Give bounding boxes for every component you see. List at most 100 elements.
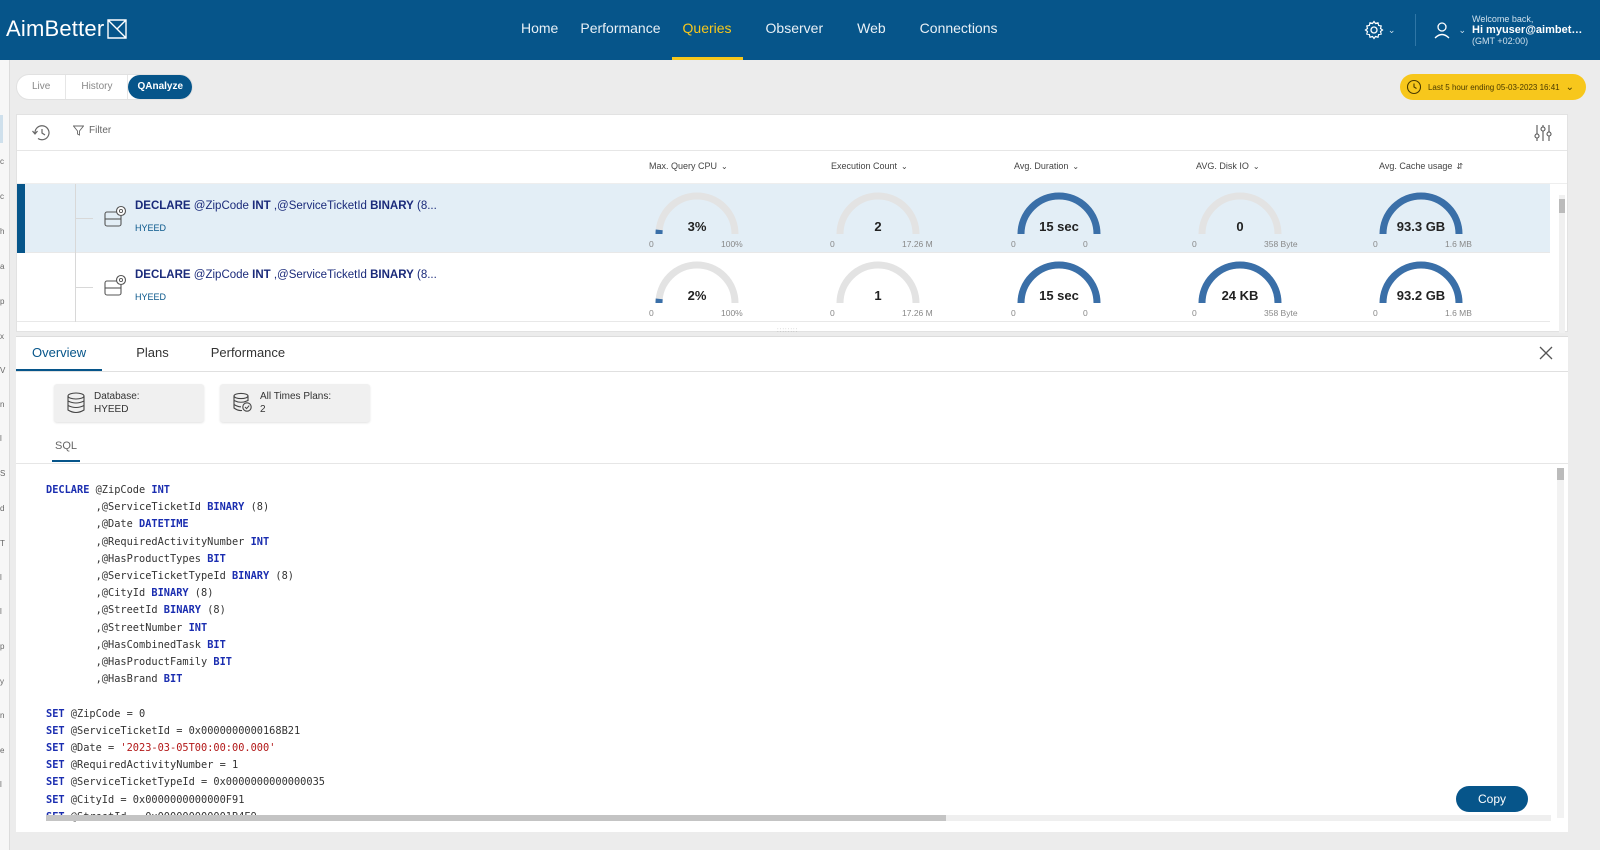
query-database: HYEED [135,223,167,233]
query-toolbar: Filter [17,115,1567,151]
gauge-max: 358 Byte [1264,239,1298,249]
query-variable: ,@ServiceTicketId [270,200,371,212]
column-header-avg-cache-usage[interactable]: Avg. Cache usage ⇵ [1379,161,1463,171]
app-logo[interactable]: AimBetter [6,16,128,42]
sql-line: ,@StreetNumber INT [46,620,325,637]
sql-text: ,@Date [46,518,139,531]
tab-overview[interactable]: Overview [16,337,103,371]
query-text[interactable]: DECLARE @ZipCode INT ,@ServiceTicketId B… [135,269,437,281]
tab-live[interactable]: Live [17,75,67,99]
tab-history[interactable]: History [66,75,129,99]
disk-io-gauge: 0 0 358 Byte [1190,188,1298,250]
database-card: Database: HYEED [54,384,204,422]
plans-card-text: All Times Plans: 2 [260,390,331,416]
query-rest: (8... [413,269,437,281]
sql-keyword: BINARY [163,604,201,617]
sidebar-letter[interactable]: S [0,469,5,478]
tab-plans[interactable]: Plans [120,337,185,371]
query-database: HYEED [135,292,167,302]
scrollbar-thumb[interactable] [1557,468,1564,480]
sidebar-letter[interactable]: p [0,642,4,651]
column-header-label: Max. Query CPU [649,161,718,171]
sidebar-letter[interactable]: c [0,157,4,166]
cache-usage-gauge: 93.3 GB 0 1.6 MB [1371,188,1472,250]
tab-performance[interactable]: Performance [195,337,301,371]
sidebar-letter[interactable]: l [0,573,2,582]
nav-queries[interactable]: Queries [671,0,743,60]
user-menu[interactable]: ⌄ Welcome back, Hi myuser@aimbetter.... … [1416,14,1600,47]
column-header-label: AVG. Disk IO [1196,161,1249,171]
sql-line: ,@HasProductFamily BIT [46,654,325,671]
filter-button[interactable]: Filter [73,125,111,136]
database-card-text: Database: HYEED [94,390,140,416]
chevron-down-icon: ⌄ [1252,161,1260,171]
sql-horizontal-scrollbar[interactable] [46,815,1551,821]
sidebar-letter[interactable]: n [0,711,4,720]
gauge-max: 1.6 MB [1445,239,1472,249]
scrollbar-thumb[interactable] [1559,199,1565,213]
gauge-value: 93.2 GB [1396,288,1446,303]
gauge-max: 358 Byte [1264,308,1298,318]
card-value: HYEED [94,404,129,415]
sidebar-letter[interactable]: n [0,400,4,409]
sql-keyword: BINARY [231,570,270,583]
gauge-min: 0 [649,308,654,318]
sidebar-letter[interactable]: V [0,366,5,375]
column-header-avg-duration[interactable]: Avg. Duration ⌄ [1014,161,1079,171]
sql-code[interactable]: DECLARE @ZipCode INT ,@ServiceTicketId B… [46,482,325,825]
sql-line: ,@StreetId BINARY (8) [46,602,325,619]
query-keyword: INT [252,269,271,281]
nav-home[interactable]: Home [510,0,569,60]
sql-keyword: SET [46,793,65,806]
execution-count-gauge: 1 0 17.26 M [828,257,933,319]
sidebar-letter[interactable]: l [0,434,2,443]
sidebar-letter[interactable]: x [0,332,4,341]
history-icon[interactable] [31,123,53,143]
nav-connections[interactable]: Connections [909,0,1009,60]
settings-menu[interactable]: ⌄ [1344,14,1417,46]
database-query-icon [104,274,127,296]
sidebar-letter[interactable]: e [0,746,4,755]
sql-text: ,@HasCombinedTask [46,638,208,651]
gauge-value: 1 [874,288,882,303]
query-row[interactable]: DECLARE @ZipCode INT ,@ServiceTicketId B… [17,184,1550,253]
nav-performance[interactable]: Performance [569,0,671,60]
column-header-max-query-cpu[interactable]: Max. Query CPU ⌄ [649,161,728,171]
sidebar-letter[interactable]: d [0,504,4,513]
sidebar-letter[interactable]: l [0,607,2,616]
sql-keyword: DATETIME [139,518,189,531]
scrollbar-thumb[interactable] [46,815,946,821]
resize-handle[interactable]: :::::::: [777,328,798,334]
query-row[interactable]: DECLARE @ZipCode INT ,@ServiceTicketId B… [17,253,1550,322]
gauge-max: 100% [721,308,743,318]
nav-observer[interactable]: Observer [755,0,835,60]
sql-vertical-scrollbar[interactable] [1557,468,1564,818]
tree-line [75,287,93,288]
sidebar-letter[interactable]: a [0,262,4,271]
query-list-scrollbar[interactable] [1559,195,1565,333]
nav-web[interactable]: Web [846,0,897,60]
sql-line: ,@CityId BINARY (8) [46,585,325,602]
gauge-max: 0 [1083,308,1088,318]
gauge-min: 0 [1011,308,1016,318]
sliders-icon[interactable] [1533,123,1553,143]
sidebar-letter[interactable]: y [0,677,4,686]
column-header-avg-disk-io[interactable]: AVG. Disk IO ⌄ [1196,161,1260,171]
copy-button[interactable]: Copy [1456,786,1528,812]
sidebar-letter[interactable]: c [0,192,4,201]
close-icon[interactable] [1538,345,1554,361]
welcome-text: Welcome back, [1472,13,1534,24]
sidebar-letter[interactable]: l [0,780,2,789]
sidebar-letter[interactable]: h [0,227,4,236]
sql-string: '2023-03-05T00:00:00.000' [120,742,276,755]
query-text[interactable]: DECLARE @ZipCode INT ,@ServiceTicketId B… [135,200,437,212]
gauge-min: 0 [1373,308,1378,318]
sidebar-letter[interactable]: p [0,297,4,306]
time-range-picker[interactable]: Last 5 hour ending 05-03-2023 16:41 ⌄ [1399,74,1586,100]
column-header-execution-count[interactable]: Execution Count ⌄ [831,161,908,171]
sidebar-letter[interactable]: T [0,539,5,548]
sql-keyword: BINARY [207,501,245,514]
tab-sql[interactable]: SQL [52,440,80,462]
tab-qanalyze[interactable]: QAnalyze [128,75,193,99]
sql-code-viewer[interactable]: DECLARE @ZipCode INT ,@ServiceTicketId B… [16,463,1568,825]
